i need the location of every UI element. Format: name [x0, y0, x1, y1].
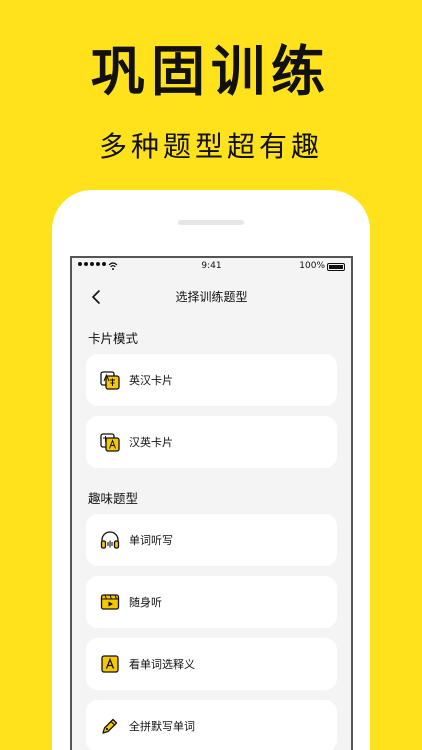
option-label: 英汉卡片 [129, 374, 173, 387]
option-zh-en-card[interactable]: 汉英卡片 [86, 416, 337, 468]
status-bar: 9:41 100% [72, 258, 351, 278]
option-label: 随身听 [129, 596, 162, 609]
card-zh-en-icon [100, 433, 120, 452]
page-title: 选择训练题型 [175, 290, 248, 304]
option-dictation[interactable]: 单词听写 [86, 514, 337, 566]
option-en-zh-card[interactable]: 英汉卡片 [86, 354, 337, 406]
headphones-icon [100, 531, 120, 549]
battery-percent: 100% [299, 261, 325, 271]
phone-speaker [178, 220, 244, 225]
option-label: 汉英卡片 [129, 436, 173, 449]
section-title-card-mode: 卡片模式 [88, 331, 139, 346]
option-label: 单词听写 [129, 534, 173, 547]
nav-bar: 选择训练题型 [72, 278, 351, 318]
promo-headline: 巩固训练 [91, 40, 331, 103]
phone-screen: 9:41 100% 选择训练题型 卡片模式 英汉卡片 汉英卡片 趣味题型 单词听… [70, 256, 353, 750]
option-portable-listen[interactable]: 随身听 [86, 576, 337, 628]
phone-frame: 9:41 100% 选择训练题型 卡片模式 英汉卡片 汉英卡片 趣味题型 单词听… [52, 190, 370, 750]
option-label: 全拼默写单词 [129, 720, 195, 733]
promo-subline: 多种题型超有趣 [98, 130, 323, 163]
option-word-to-meaning[interactable]: 看单词选释义 [86, 638, 337, 690]
card-en-zh-icon [100, 371, 120, 390]
option-label: 看单词选释义 [129, 658, 195, 671]
option-spelling-dictation[interactable]: 全拼默写单词 [86, 700, 337, 750]
pen-icon [102, 718, 118, 734]
video-play-icon [100, 594, 120, 610]
letter-a-icon [101, 655, 119, 673]
section-title-fun-types: 趣味题型 [88, 491, 139, 506]
battery-icon [327, 263, 345, 271]
